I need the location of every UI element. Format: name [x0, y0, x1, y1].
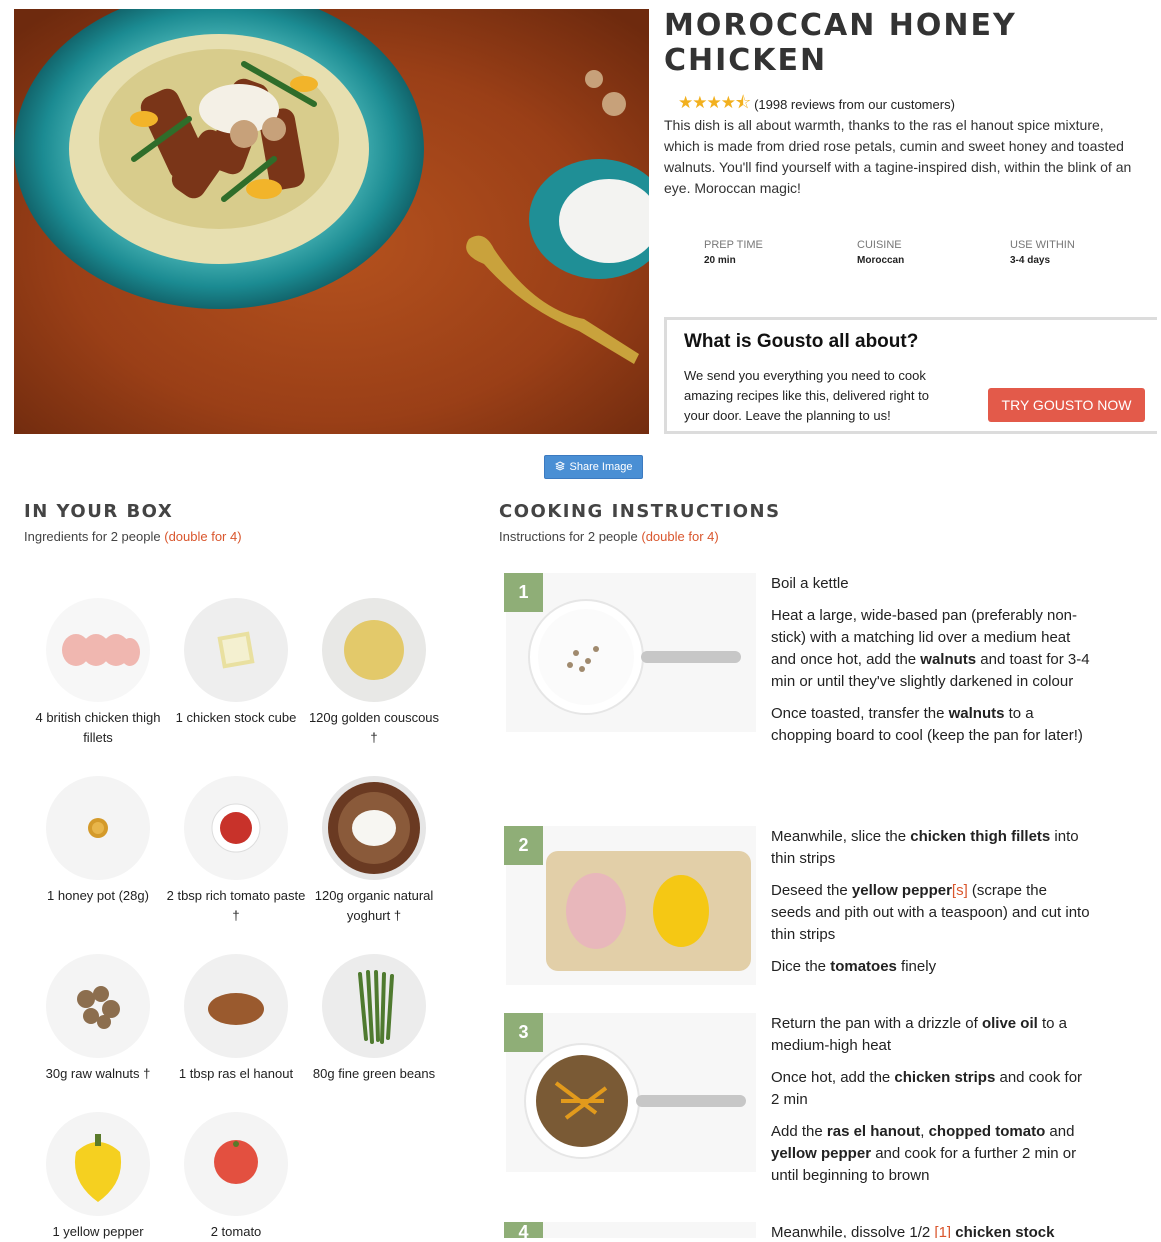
- cooking-title: Cooking Instructions: [499, 501, 781, 522]
- ingredient-label: 120g golden couscous †: [308, 710, 440, 745]
- recipe-description: This dish is all about warmth, thanks to…: [664, 117, 1132, 196]
- ingredient-item: 2 tbsp rich tomato paste †: [166, 776, 306, 926]
- couscous-image: [322, 598, 426, 702]
- ingredient-item: 1 honey pot (28g): [28, 776, 168, 906]
- ingredient-label: 4 british chicken thigh fillets: [35, 710, 161, 745]
- ingredient-item: 120g organic natural yoghurt †: [304, 776, 444, 926]
- step-1-line: Once toasted, transfer the walnuts to a …: [771, 705, 1083, 744]
- ingredient-label: 2 tomato: [210, 1224, 262, 1239]
- stock-cube-image: [184, 598, 288, 702]
- try-gousto-button[interactable]: TRY GOUSTO NOW: [988, 388, 1145, 422]
- step-3-badge: 3: [504, 1013, 543, 1052]
- step-3-image: [506, 1013, 756, 1172]
- step-2-line: Dice the tomatoes finely: [771, 958, 937, 975]
- step-4-text: Meanwhile, dissolve 1/2 [1] chicken stoc…: [771, 1222, 1091, 1238]
- step-3-text: Return the pan with a drizzle of olive o…: [771, 1013, 1091, 1197]
- reviews-count[interactable]: (1998 reviews from our customers): [754, 97, 955, 112]
- cuisine-label: CUISINE: [857, 239, 902, 251]
- box-subtitle-text: Ingredients for 2 people: [24, 529, 161, 544]
- use-within-value: 3-4 days: [1010, 255, 1051, 266]
- ingredient-label: 2 tbsp rich tomato paste †: [166, 888, 306, 923]
- tomato-image: [184, 1112, 288, 1216]
- ingredient-label: 30g raw walnuts †: [45, 1066, 151, 1081]
- ingredient-label: 80g fine green beans: [312, 1066, 436, 1081]
- recipe-title: Moroccan Honey Chicken: [664, 8, 1017, 78]
- box-title: In Your Box: [24, 501, 174, 522]
- step-3-line: Once hot, add the chicken strips and coo…: [771, 1069, 1083, 1108]
- ingredient-item: 1 tbsp ras el hanout: [166, 954, 306, 1084]
- gousto-promo: What is Gousto all about? We send you ev…: [664, 317, 1157, 434]
- step-4-badge: 4: [504, 1222, 543, 1238]
- yoghurt-image: [322, 776, 426, 880]
- ingredient-item: 30g raw walnuts †: [28, 954, 168, 1084]
- cooking-subtitle: Instructions for 2 people (double for 4): [499, 529, 719, 544]
- step-2-line: Deseed the yellow pepper[s] (scrape the …: [771, 882, 1090, 943]
- ras-el-hanout-image: [184, 954, 288, 1058]
- prep-time: PREP TIME 20 min: [704, 239, 763, 266]
- ingredient-label: 1 yellow pepper: [52, 1224, 144, 1239]
- step-2-image: [506, 826, 756, 985]
- layers-icon: [554, 460, 565, 474]
- ingredient-item: 1 chicken stock cube: [166, 598, 306, 728]
- box-subtitle: Ingredients for 2 people (double for 4): [24, 529, 242, 544]
- tomato-paste-image: [184, 776, 288, 880]
- share-image-label: Share Image: [569, 461, 633, 473]
- promo-text: We send you everything you need to cook …: [684, 368, 929, 423]
- ingredient-item: 120g golden couscous †: [304, 598, 444, 748]
- step-1-text: Boil a kettle Heat a large, wide-based p…: [771, 573, 1091, 757]
- step-1-image: [506, 573, 756, 732]
- ingredient-label: 1 honey pot (28g): [47, 888, 149, 903]
- step-3-line: Add the ras el hanout, chopped tomato an…: [771, 1123, 1077, 1184]
- cooking-double-link[interactable]: (double for 4): [641, 529, 718, 544]
- share-image-button[interactable]: Share Image: [544, 455, 643, 479]
- use-within: USE WITHIN 3-4 days: [1010, 239, 1075, 266]
- step-2-text: Meanwhile, slice the chicken thigh fille…: [771, 826, 1091, 988]
- step-4-line: Meanwhile, dissolve 1/2 [1] chicken stoc…: [771, 1224, 1055, 1238]
- ingredient-item: 2 tomato: [166, 1112, 306, 1242]
- walnuts-image: [46, 954, 150, 1058]
- honey-pot-image: [46, 776, 150, 880]
- prep-time-label: PREP TIME: [704, 239, 763, 251]
- yellow-pepper-image: [46, 1112, 150, 1216]
- step-1-badge: 1: [504, 573, 543, 612]
- ingredient-label: 1 tbsp ras el hanout: [178, 1066, 294, 1081]
- prep-time-value: 20 min: [704, 255, 736, 266]
- hero-image: [14, 9, 649, 434]
- step-1-line: Heat a large, wide-based pan (preferably…: [771, 607, 1090, 690]
- step-2-line: Meanwhile, slice the chicken thigh fille…: [771, 828, 1079, 867]
- ingredient-item: 4 british chicken thigh fillets: [28, 598, 168, 748]
- step-2-badge: 2: [504, 826, 543, 865]
- promo-heading: What is Gousto all about?: [684, 331, 919, 352]
- cuisine-value: Moroccan: [857, 255, 905, 266]
- ingredient-label: 1 chicken stock cube: [175, 710, 297, 725]
- cooking-subtitle-text: Instructions for 2 people: [499, 529, 638, 544]
- cuisine: CUISINE Moroccan: [857, 239, 904, 266]
- ingredient-item: 80g fine green beans: [304, 954, 444, 1084]
- chicken-thigh-image: [46, 598, 150, 702]
- step-3-line: Return the pan with a drizzle of olive o…: [771, 1015, 1067, 1054]
- ingredient-label: 120g organic natural yoghurt †: [314, 888, 434, 923]
- ingredient-item: 1 yellow pepper: [28, 1112, 168, 1242]
- box-double-link[interactable]: (double for 4): [164, 529, 241, 544]
- use-within-label: USE WITHIN: [1010, 239, 1075, 251]
- green-beans-image: [322, 954, 426, 1058]
- step-1-line: Boil a kettle: [771, 575, 849, 592]
- step-4-image: [506, 1222, 756, 1238]
